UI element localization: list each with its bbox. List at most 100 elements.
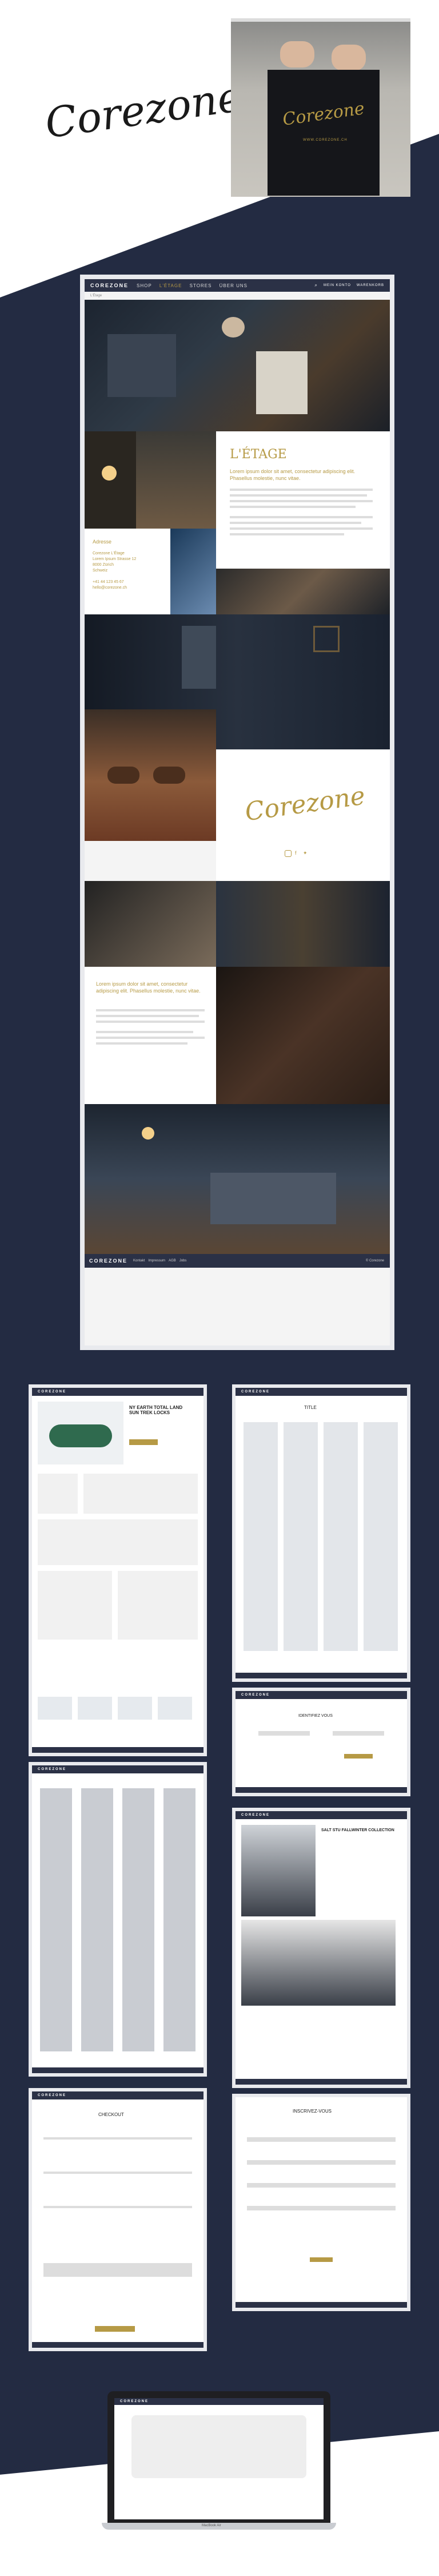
store-map[interactable] xyxy=(131,2415,306,2478)
product-thumb[interactable] xyxy=(38,1519,198,1565)
photo-lamp xyxy=(85,431,136,529)
checkout-field[interactable] xyxy=(43,2263,192,2277)
bag-photo-titlebar xyxy=(231,18,410,22)
contact-submit-button[interactable] xyxy=(344,1754,373,1759)
laptop-caption: MacBook Air xyxy=(202,2524,221,2527)
fireplace xyxy=(256,351,308,414)
main-footer: COREZONE Kontakt Impressum AGB Jobs © Co… xyxy=(85,1254,390,1268)
lamp-glow xyxy=(142,1127,154,1140)
catalogue-brand[interactable]: COREZONE xyxy=(38,1768,66,1771)
footer-link[interactable]: AGB xyxy=(169,1259,176,1263)
etage-text-line xyxy=(230,527,373,530)
listing-topbar: COREZONE xyxy=(236,1388,407,1396)
product-hero-shoe xyxy=(38,1402,123,1464)
etage-text-line xyxy=(230,533,344,535)
address-phone[interactable]: +41 44 123 45 67 xyxy=(93,580,124,584)
etage-text-line xyxy=(230,489,373,491)
product-thumb[interactable] xyxy=(38,1474,78,1514)
register-field[interactable] xyxy=(247,2206,396,2210)
bag-script-logo: Corezone xyxy=(281,98,366,130)
bag-address: WWW.COREZONE.CH xyxy=(303,138,348,142)
product-page: COREZONE NY EARTH TOTAL LAND SUN TREK LO… xyxy=(32,1388,203,1753)
nav-stores[interactable]: STORES xyxy=(190,283,212,288)
photo-shelves xyxy=(136,431,216,529)
instagram-icon[interactable] xyxy=(285,850,292,857)
checkout-footer xyxy=(32,2342,203,2348)
map-topbar: COREZONE xyxy=(114,2398,324,2405)
product-footer xyxy=(32,1747,203,1753)
related-item[interactable] xyxy=(38,1697,72,1720)
lookbook-footer xyxy=(236,2079,407,2085)
related-item[interactable] xyxy=(158,1697,192,1720)
mounted-deer xyxy=(222,317,245,338)
etage-text-line xyxy=(230,506,356,508)
logo-card-script: Corezone xyxy=(243,781,367,827)
bag-hand-right xyxy=(332,45,366,71)
breadcrumb[interactable]: L'Étage xyxy=(90,294,102,297)
nav-account[interactable]: MEIN KONTO xyxy=(324,284,351,287)
address-card: Adresse Corezone L'Étage Lorem Ipsum Str… xyxy=(85,529,170,614)
logo-card: Corezone f ✦ xyxy=(216,749,390,881)
catalogue-page-panel: COREZONE xyxy=(29,1762,207,2077)
product-thumb[interactable] xyxy=(38,1571,112,1640)
register-submit-button[interactable] xyxy=(310,2257,333,2262)
etage-title: L'ÉTAGE xyxy=(230,447,287,462)
photo-store-interior xyxy=(85,300,390,431)
catalogue-footer xyxy=(32,2067,203,2073)
listing-grid xyxy=(244,1422,399,1651)
product-brand[interactable]: COREZONE xyxy=(38,1390,66,1394)
lookbook-title: SALT STU FALLWINTER COLLECTION xyxy=(321,1828,394,1832)
checkout-topbar: COREZONE xyxy=(32,2091,203,2099)
product-thumb[interactable] xyxy=(118,1571,198,1640)
footer-brand[interactable]: COREZONE xyxy=(89,1258,127,1264)
related-item[interactable] xyxy=(78,1697,112,1720)
footer-link[interactable]: Jobs xyxy=(179,1259,187,1263)
contact-brand[interactable]: COREZONE xyxy=(241,1693,270,1697)
contact-page: COREZONE IDENTIFIEZ VOUS xyxy=(236,1691,407,1793)
twitter-icon[interactable]: ✦ xyxy=(303,850,308,856)
contact-field[interactable] xyxy=(258,1731,310,1736)
main-brand[interactable]: COREZONE xyxy=(90,283,129,288)
address-title: Adresse xyxy=(93,539,112,545)
related-item[interactable] xyxy=(118,1697,152,1720)
facebook-icon[interactable]: f xyxy=(295,850,297,856)
main-nav: SHOP L'ÉTAGE STORES ÜBER UNS xyxy=(137,283,253,288)
address-line: Schweiz xyxy=(93,569,108,573)
register-field[interactable] xyxy=(247,2137,396,2142)
shoe xyxy=(107,767,139,784)
contact-field[interactable] xyxy=(333,1731,384,1736)
register-field[interactable] xyxy=(247,2183,396,2188)
add-to-cart-button[interactable] xyxy=(129,1439,158,1445)
checkout-submit-button[interactable] xyxy=(95,2326,135,2332)
nav-about[interactable]: ÜBER UNS xyxy=(220,283,248,288)
lookbook-page-panel: COREZONE SALT STU FALLWINTER COLLECTION xyxy=(232,1808,410,2088)
shop-doorway xyxy=(182,626,216,689)
catalogue-topbar: COREZONE xyxy=(32,1765,203,1773)
lookbook-brand[interactable]: COREZONE xyxy=(241,1813,270,1817)
register-field[interactable] xyxy=(247,2160,396,2165)
search-icon[interactable]: ⌕ xyxy=(314,283,317,288)
register-page: INSCRIVEZ-VOUS xyxy=(236,2097,407,2308)
etage-text-line xyxy=(230,494,367,497)
address-email[interactable]: hello@corezone.ch xyxy=(93,586,127,590)
checkout-brand[interactable]: COREZONE xyxy=(38,2094,66,2097)
nav-etage[interactable]: L'ÉTAGE xyxy=(159,283,182,288)
lookbook-model-photo xyxy=(241,1825,316,1916)
nav-shop[interactable]: SHOP xyxy=(137,283,152,288)
product-page-panel: COREZONE NY EARTH TOTAL LAND SUN TREK LO… xyxy=(29,1384,207,1756)
contact-page-panel: COREZONE IDENTIFIEZ VOUS xyxy=(232,1688,410,1796)
listing-brand[interactable]: COREZONE xyxy=(241,1390,270,1394)
shoe xyxy=(153,767,185,784)
footer-link[interactable]: Kontakt xyxy=(133,1259,145,1263)
address-line: Lorem Ipsum Strasse 12 xyxy=(93,557,137,561)
footer-link[interactable]: Impressum xyxy=(148,1259,165,1263)
catalogue-page: COREZONE xyxy=(32,1765,203,2073)
map-brand[interactable]: COREZONE xyxy=(120,2400,149,2403)
product-thumb[interactable] xyxy=(83,1474,198,1514)
contact-footer xyxy=(236,1787,407,1793)
register-page-panel: INSCRIVEZ-VOUS xyxy=(232,2094,410,2311)
nav-cart[interactable]: WARENKORB xyxy=(357,284,384,287)
lookbook-wide-photo xyxy=(241,1920,396,2006)
photo-staircase xyxy=(85,881,216,967)
bottom-text-line xyxy=(96,1015,199,1017)
